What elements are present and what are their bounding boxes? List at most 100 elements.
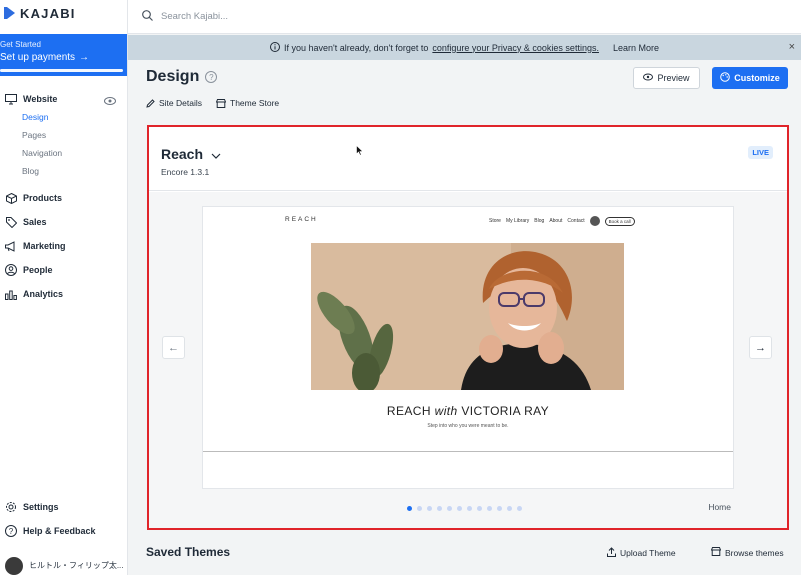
status-badge: LIVE	[748, 146, 773, 159]
headline-part-c: VICTORIA RAY	[461, 404, 550, 418]
learn-more-link[interactable]: Learn More	[613, 43, 659, 53]
hero-image	[311, 243, 624, 390]
get-started-label: Get Started	[0, 40, 41, 49]
sidebar-item-label: Settings	[23, 502, 59, 512]
theme-card-header: Reach Encore 1.3.1 LIVE	[149, 127, 787, 191]
customize-label: Customize	[734, 73, 780, 83]
theme-preview-carousel: ← → REACH Store My Library Blog About Co…	[149, 192, 787, 528]
megaphone-icon	[5, 240, 17, 252]
theme-selector[interactable]: Reach	[161, 146, 221, 162]
carousel-page-label: Home	[708, 502, 731, 512]
carousel-next-button[interactable]: →	[749, 336, 772, 359]
privacy-settings-link[interactable]: configure your Privacy & cookies setting…	[432, 43, 599, 53]
sidebar-item-marketing[interactable]: Marketing	[0, 238, 128, 254]
theme-version: Encore 1.3.1	[161, 167, 210, 177]
sidebar-item-people[interactable]: People	[0, 262, 128, 278]
banner-text: If you haven't already, don't forget to	[284, 42, 429, 53]
preview-nav-store: Store	[489, 218, 501, 224]
box-icon	[5, 192, 17, 204]
sidebar-sub-navigation[interactable]: Navigation	[22, 148, 62, 158]
carousel-dot[interactable]	[447, 506, 452, 511]
carousel-dot[interactable]	[417, 506, 422, 511]
theme-name: Reach	[161, 146, 204, 162]
upload-theme-label: Upload Theme	[620, 548, 676, 558]
theme-store-label: Theme Store	[230, 98, 280, 108]
preview-nav-contact: Contact	[567, 218, 585, 224]
preview-tagline: Step into who you were meant to be.	[427, 423, 509, 429]
kajabi-logo[interactable]: KAJABI	[4, 5, 76, 21]
carousel-dot[interactable]	[407, 506, 412, 511]
preview-avatar	[589, 216, 600, 226]
arrow-left-icon: ←	[168, 341, 179, 354]
kajabi-wordmark: KAJABI	[20, 5, 76, 21]
get-started-banner[interactable]: Get Started Set up payments →	[0, 34, 127, 76]
preview-cta-button: Book a call	[604, 216, 635, 226]
store-icon	[710, 547, 722, 558]
preview-divider	[203, 451, 733, 452]
browse-themes-button[interactable]: Browse themes	[710, 547, 784, 558]
page-title: Design ?	[146, 68, 218, 86]
store-icon	[216, 98, 226, 108]
arrow-right-icon: →	[755, 341, 766, 354]
carousel-dot[interactable]	[427, 506, 432, 511]
palette-icon	[720, 72, 731, 84]
top-search-bar: Search Kajabi...	[128, 0, 801, 34]
sidebar-item-label: Website	[23, 94, 58, 104]
theme-store-link[interactable]: Theme Store	[216, 98, 279, 108]
site-details-link[interactable]: Site Details	[146, 98, 202, 108]
monitor-icon	[5, 93, 17, 105]
bar-chart-icon	[5, 288, 17, 300]
preview-nav-links: Store My Library Blog About Contact Book…	[489, 216, 635, 226]
carousel-pagination	[407, 506, 522, 511]
saved-themes-heading: Saved Themes	[146, 545, 231, 559]
headline-part-b: with	[434, 404, 458, 418]
carousel-dot[interactable]	[487, 506, 492, 511]
sidebar-item-label: Products	[23, 193, 63, 203]
preview-nav-about: About	[549, 218, 563, 224]
search-input[interactable]: Search Kajabi...	[161, 11, 228, 22]
carousel-dot[interactable]	[497, 506, 502, 511]
search-icon	[142, 8, 153, 26]
sidebar-item-sales[interactable]: Sales	[0, 214, 128, 230]
carousel-prev-button[interactable]: ←	[162, 336, 185, 359]
sidebar-sub-design[interactable]: Design	[22, 112, 48, 122]
active-theme-card: Reach Encore 1.3.1 LIVE ← → REACH Store …	[147, 125, 789, 530]
carousel-dot[interactable]	[467, 506, 472, 511]
preview-headline: REACH with VICTORIA RAY	[203, 404, 733, 418]
sidebar-item-label: Help & Feedback	[23, 526, 96, 536]
user-account[interactable]: ヒルトル・フィリップ太...	[0, 556, 127, 575]
sidebar-item-label: Sales	[23, 217, 47, 227]
sidebar-sub-pages[interactable]: Pages	[22, 130, 46, 140]
sidebar-item-products[interactable]: Products	[0, 190, 128, 206]
progress-bar	[0, 69, 123, 72]
arrow-right-icon: →	[79, 52, 90, 63]
sidebar-item-label: People	[23, 265, 53, 275]
sidebar: KAJABI Get Started Set up payments → Web…	[0, 0, 128, 575]
customize-button[interactable]: Customize	[712, 67, 788, 89]
privacy-banner: If you haven't already, don't forget to …	[128, 35, 801, 60]
eye-icon[interactable]	[104, 93, 116, 111]
setup-payments-link[interactable]: Set up payments →	[0, 52, 127, 63]
help-icon[interactable]: ?	[205, 71, 218, 83]
preview-nav: REACH Store My Library Blog About Contac…	[203, 214, 733, 226]
setup-payments-label: Set up payments	[0, 52, 76, 63]
mouse-cursor-icon	[356, 143, 364, 161]
info-icon	[270, 41, 280, 54]
carousel-dot[interactable]	[507, 506, 512, 511]
sidebar-item-label: Analytics	[23, 289, 64, 299]
avatar	[5, 556, 23, 575]
preview-button[interactable]: Preview	[633, 67, 700, 89]
carousel-dot[interactable]	[477, 506, 482, 511]
sidebar-item-settings[interactable]: Settings	[0, 499, 128, 515]
carousel-dot[interactable]	[517, 506, 522, 511]
site-preview-frame[interactable]: REACH Store My Library Blog About Contac…	[202, 206, 734, 489]
carousel-dot[interactable]	[437, 506, 442, 511]
upload-theme-button[interactable]: Upload Theme	[607, 547, 676, 559]
close-icon[interactable]: ×	[789, 41, 795, 53]
sidebar-sub-blog[interactable]: Blog	[22, 166, 39, 176]
chevron-down-icon	[211, 146, 221, 162]
carousel-dot[interactable]	[457, 506, 462, 511]
sidebar-item-help[interactable]: ? Help & Feedback	[0, 523, 128, 539]
sidebar-item-analytics[interactable]: Analytics	[0, 286, 128, 302]
sidebar-item-label: Marketing	[23, 241, 66, 251]
